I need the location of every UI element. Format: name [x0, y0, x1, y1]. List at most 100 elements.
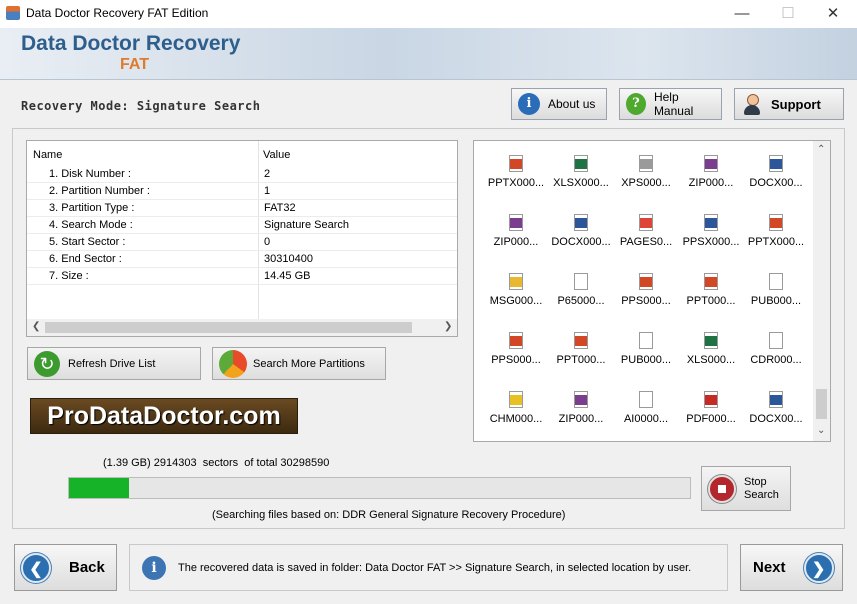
- about-us-button[interactable]: i About us: [511, 88, 607, 120]
- file-name: PPT000...: [556, 354, 606, 366]
- row-name: 5. Start Sector :: [49, 236, 126, 248]
- zip-file-icon: [574, 391, 588, 408]
- column-header-name[interactable]: Name: [33, 149, 62, 161]
- docx-file-icon: [769, 155, 783, 172]
- file-item[interactable]: PUB000...: [612, 332, 680, 391]
- list-row[interactable]: 5. Start Sector : 0: [27, 234, 457, 251]
- stop-label-line2: Search: [744, 488, 779, 501]
- chrome-file-icon: [639, 214, 653, 231]
- of-total-word: of total: [244, 457, 278, 469]
- horizontal-scrollbar[interactable]: ❮ ❯: [27, 319, 457, 336]
- window-title: Data Doctor Recovery FAT Edition: [26, 6, 209, 20]
- pps-file-icon: [639, 273, 653, 290]
- file-item[interactable]: PPT000...: [547, 332, 615, 391]
- row-value: 14.45 GB: [264, 270, 311, 282]
- file-item[interactable]: PDF000...: [677, 391, 745, 450]
- list-row[interactable]: 3. Partition Type : FAT32: [27, 200, 457, 217]
- file-item[interactable]: ZIP000...: [677, 155, 745, 214]
- file-item[interactable]: PUB000...: [742, 273, 810, 332]
- ppt-file-icon: [574, 332, 588, 349]
- stop-search-button[interactable]: Stop Search: [701, 466, 791, 511]
- sectors-word: sectors: [202, 457, 239, 469]
- zip-file-icon: [509, 214, 523, 231]
- next-button[interactable]: Next ❯: [740, 544, 843, 591]
- file-item[interactable]: DOCX00...: [742, 391, 810, 450]
- scroll-right-icon[interactable]: ❯: [444, 321, 452, 332]
- close-button[interactable]: ✕: [810, 0, 856, 28]
- file-name: PPTX000...: [487, 177, 545, 189]
- file-item[interactable]: CDR000...: [742, 332, 810, 391]
- about-us-label: About us: [548, 97, 596, 111]
- info-icon: i: [142, 555, 166, 580]
- stop-search-label: Stop Search: [744, 476, 779, 502]
- refresh-icon: ↻: [34, 350, 60, 377]
- row-value: 1: [264, 185, 271, 197]
- back-label: Back: [69, 559, 105, 576]
- help-manual-button[interactable]: ? Help Manual: [619, 88, 722, 120]
- file-item[interactable]: P65000...: [547, 273, 615, 332]
- recovered-files-grid[interactable]: PPTX000... XLSX000... XPS000... ZIP000... DO…: [473, 140, 831, 442]
- file-item[interactable]: PAGES0...: [612, 214, 680, 273]
- partition-properties-list[interactable]: Name Value 1. Disk Number : 2 2. Partitio…: [26, 140, 458, 337]
- file-name: XLSX000...: [553, 177, 609, 189]
- file-name: CDR000...: [750, 354, 802, 366]
- file-item[interactable]: PPTX000...: [482, 155, 550, 214]
- file-item[interactable]: XPS000...: [612, 155, 680, 214]
- row-name: 4. Search Mode :: [49, 219, 133, 231]
- question-icon: ?: [626, 93, 646, 115]
- file-item[interactable]: PPS000...: [482, 332, 550, 391]
- prodatadoctor-logo: ProDataDoctor.com: [30, 398, 298, 434]
- file-item[interactable]: ZIP000...: [547, 391, 615, 450]
- row-name: 7. Size :: [49, 270, 89, 282]
- search-more-partitions-button[interactable]: Search More Partitions: [212, 347, 386, 380]
- recovery-mode-label: Recovery Mode: Signature Search: [21, 99, 261, 113]
- scroll-down-icon[interactable]: ⌄: [817, 425, 825, 436]
- maximize-button: ☐: [781, 5, 795, 22]
- file-item[interactable]: ZIP000...: [482, 214, 550, 273]
- scroll-up-icon[interactable]: ⌃: [817, 144, 825, 155]
- list-row[interactable]: 6. End Sector : 30310400: [27, 251, 457, 268]
- file-name: PUB000...: [620, 354, 672, 366]
- file-item[interactable]: XLSX000...: [547, 155, 615, 214]
- scrollbar-thumb[interactable]: [816, 389, 827, 419]
- vertical-scrollbar[interactable]: ⌃ ⌄: [813, 141, 830, 441]
- file-item[interactable]: CHM000...: [482, 391, 550, 450]
- ppt-file-icon: [704, 273, 718, 290]
- search-more-label: Search More Partitions: [253, 357, 365, 370]
- file-item[interactable]: PPS000...: [612, 273, 680, 332]
- progress-bar: [68, 477, 691, 499]
- file-item[interactable]: PPT000...: [677, 273, 745, 332]
- file-name: XPS000...: [621, 177, 671, 189]
- pptx-file-icon: [769, 214, 783, 231]
- file-item[interactable]: MSG000...: [482, 273, 550, 332]
- search-procedure-note: (Searching files based on: DDR General S…: [212, 509, 566, 521]
- zip-file-icon: [704, 155, 718, 172]
- generic-file-icon: [639, 391, 653, 408]
- column-header-value[interactable]: Value: [263, 149, 290, 161]
- support-label: Support: [771, 96, 821, 112]
- minimize-button[interactable]: —: [719, 0, 765, 28]
- progress-fill: [69, 478, 129, 498]
- support-button[interactable]: Support: [734, 88, 844, 120]
- file-item[interactable]: PPTX000...: [742, 214, 810, 273]
- list-row[interactable]: 2. Partition Number : 1: [27, 183, 457, 200]
- scrollbar-thumb[interactable]: [45, 322, 412, 333]
- list-row[interactable]: 4. Search Mode : Signature Search: [27, 217, 457, 234]
- file-item[interactable]: AI0000...: [612, 391, 680, 450]
- scroll-left-icon[interactable]: ❮: [32, 321, 40, 332]
- file-item[interactable]: XLS000...: [677, 332, 745, 391]
- brand-title: Data Doctor Recovery: [21, 32, 241, 55]
- list-row[interactable]: 1. Disk Number : 2: [27, 166, 457, 183]
- back-button[interactable]: ❮ Back: [14, 544, 117, 591]
- generic-file-icon: [639, 332, 653, 349]
- list-row[interactable]: 7. Size : 14.45 GB: [27, 268, 457, 285]
- refresh-drive-list-button[interactable]: ↻ Refresh Drive List: [27, 347, 201, 380]
- app-icon: [6, 6, 20, 20]
- file-item[interactable]: PPSX000...: [677, 214, 745, 273]
- file-item[interactable]: DOCX000...: [547, 214, 615, 273]
- file-name: PDF000...: [686, 413, 736, 425]
- pps-file-icon: [509, 332, 523, 349]
- ppsx-file-icon: [704, 214, 718, 231]
- file-item[interactable]: DOCX00...: [742, 155, 810, 214]
- file-name: PAGES0...: [619, 236, 673, 248]
